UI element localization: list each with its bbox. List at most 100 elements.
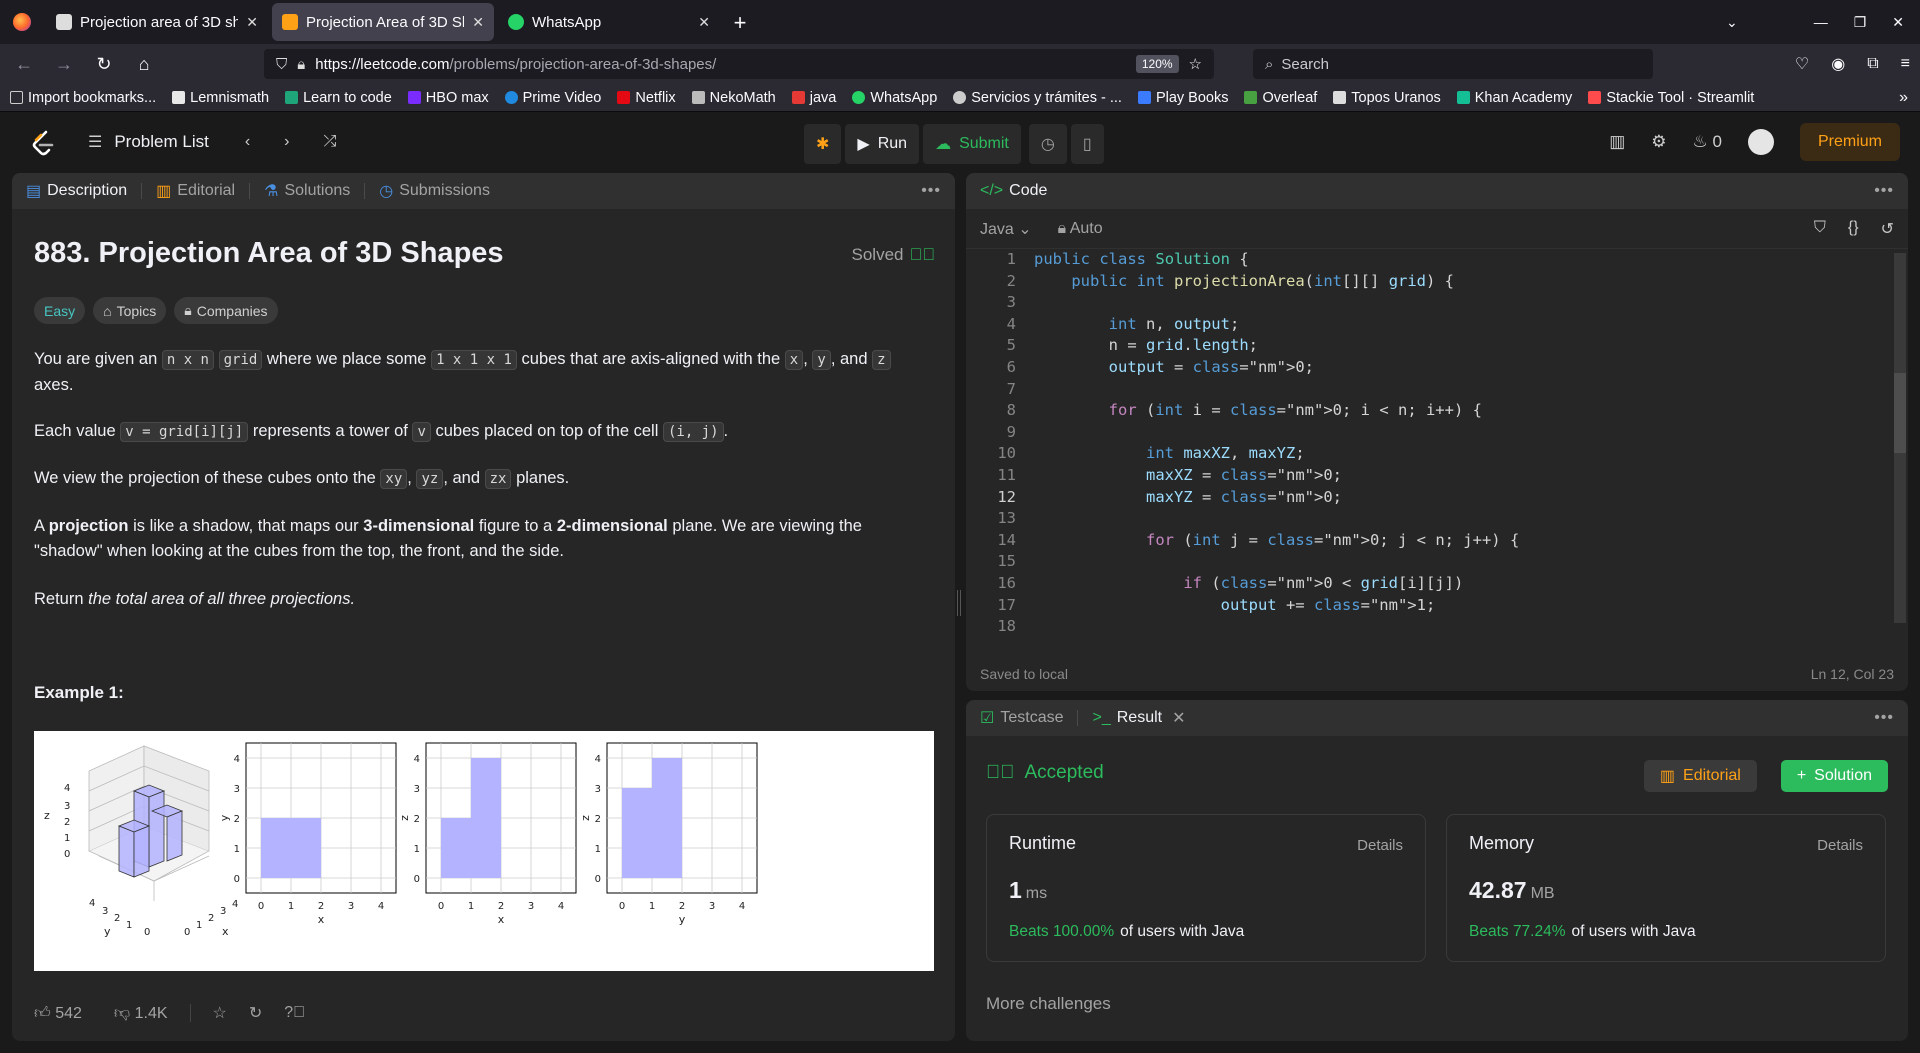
tab-solutions[interactable]: ⚗ Solutions bbox=[264, 181, 350, 201]
settings-gear-icon[interactable]: ⚙ bbox=[1651, 132, 1666, 152]
more-options-icon[interactable]: ••• bbox=[1874, 709, 1894, 727]
tab-code[interactable]: </> Code bbox=[980, 182, 1047, 200]
account-icon[interactable]: ◉ bbox=[1831, 54, 1845, 74]
memory-card[interactable]: Memory Details 42.87 MB Beats 77.24% of us… bbox=[1446, 814, 1886, 962]
bookmark-item[interactable]: Netflix bbox=[617, 90, 676, 106]
bookmark-item[interactable]: Lemnismath bbox=[172, 90, 269, 106]
back-arrow-icon[interactable]: ← bbox=[8, 54, 40, 75]
share-icon[interactable]: ↻ bbox=[249, 1003, 262, 1023]
bookmark-item[interactable]: HBO max bbox=[407, 90, 489, 106]
problem-list-link[interactable]: Problem List bbox=[114, 132, 208, 152]
iso-tick: 0 bbox=[144, 927, 150, 938]
bookmark-item[interactable]: java bbox=[791, 90, 836, 106]
tab-list-icon[interactable]: ⌄ bbox=[1726, 14, 1738, 31]
bookmark-item[interactable]: Play Books bbox=[1137, 90, 1228, 106]
solution-button[interactable]: + Solution bbox=[1780, 760, 1888, 792]
prev-problem-icon[interactable]: ‹ bbox=[245, 133, 250, 151]
bookmark-item[interactable]: Prime Video bbox=[504, 90, 601, 106]
iso-tick: 4 bbox=[64, 783, 70, 794]
code-brackets-icon: </> bbox=[980, 182, 1004, 199]
bookmark-icon[interactable]: ⛉ bbox=[1814, 219, 1826, 239]
language-select[interactable]: Java ⌄ bbox=[980, 219, 1032, 239]
bookmark-item[interactable]: Overleaf bbox=[1244, 90, 1317, 106]
submit-button[interactable]: ☁ Submit bbox=[923, 124, 1021, 164]
debug-button[interactable]: ✱ bbox=[804, 124, 842, 164]
home-icon[interactable]: ⌂ bbox=[128, 54, 160, 75]
extensions-icon[interactable]: ⧉ bbox=[1867, 55, 1878, 73]
tab-editorial[interactable]: ▥ Editorial bbox=[156, 181, 235, 201]
close-icon[interactable]: ✕ bbox=[472, 14, 484, 31]
browser-tab-3[interactable]: WhatsApp ✕ bbox=[498, 3, 720, 41]
editor-scrollbar[interactable] bbox=[1894, 253, 1906, 623]
forward-arrow-icon[interactable]: → bbox=[48, 54, 80, 75]
x-axis-label: y bbox=[679, 913, 686, 926]
zoom-level[interactable]: 120% bbox=[1135, 55, 1179, 73]
notes-button[interactable]: ▯ bbox=[1070, 124, 1104, 164]
format-braces-icon[interactable]: {} bbox=[1848, 219, 1859, 239]
avatar[interactable] bbox=[1747, 129, 1774, 155]
close-icon[interactable]: ✕ bbox=[1172, 708, 1185, 728]
pocket-icon[interactable]: ♡ bbox=[1795, 54, 1809, 74]
reset-icon[interactable]: ↺ bbox=[1881, 219, 1894, 239]
panel-resize-handle[interactable] bbox=[957, 590, 961, 616]
leetcode-logo-icon[interactable] bbox=[28, 129, 58, 159]
search-bar[interactable]: ⌕ Search bbox=[1253, 49, 1653, 79]
run-button[interactable]: ▶ Run bbox=[845, 124, 920, 164]
topics-chip[interactable]: ⌂ Topics bbox=[93, 297, 167, 324]
close-icon[interactable]: ✕ bbox=[246, 14, 258, 31]
timer-button[interactable]: ◷ bbox=[1028, 124, 1067, 164]
bookmark-item[interactable]: Import bookmarks... bbox=[10, 90, 156, 106]
layout-icon[interactable]: ▥ bbox=[1609, 132, 1625, 152]
close-window-button[interactable]: ✕ bbox=[1892, 14, 1904, 31]
more-options-icon[interactable]: ••• bbox=[921, 182, 941, 200]
firefox-menu-icon[interactable] bbox=[0, 0, 44, 44]
new-tab-button[interactable]: + bbox=[722, 10, 758, 36]
browser-tab-1[interactable]: Projection area of 3D sha ✕ bbox=[46, 3, 268, 41]
code-line: public int projectionArea(int[][] grid) … bbox=[1071, 271, 1455, 290]
bookmark-item[interactable]: Servicios y trámites - ... bbox=[953, 90, 1122, 106]
more-bookmarks-icon[interactable]: » bbox=[1899, 89, 1908, 107]
minimize-button[interactable]: — bbox=[1814, 14, 1828, 30]
like-button[interactable]: 👍︎ 542 bbox=[34, 1004, 82, 1023]
autocomplete-mode[interactable]: 🔒︎ Auto bbox=[1058, 220, 1103, 238]
streak[interactable]: ♨ 0 bbox=[1693, 132, 1722, 152]
projection-figure-svg: z 4 3 2 1 0 4 3 2 1 0 y 0 1 2 3 4 x 0011… bbox=[44, 742, 758, 938]
favorite-star-icon[interactable]: ☆ bbox=[213, 1003, 227, 1023]
close-icon[interactable]: ✕ bbox=[698, 14, 710, 31]
bookmark-item[interactable]: NekoMath bbox=[691, 90, 776, 106]
tab-testcase[interactable]: ☑ Testcase bbox=[980, 708, 1063, 728]
shield-icon[interactable]: ⛉ bbox=[276, 56, 287, 73]
shuffle-icon[interactable]: ⤮ bbox=[323, 133, 336, 151]
tab-submissions[interactable]: ◷ Submissions bbox=[379, 181, 490, 201]
bookmark-star-icon[interactable]: ☆ bbox=[1189, 55, 1202, 73]
menu-icon[interactable]: ≡ bbox=[1901, 55, 1910, 73]
dislike-button[interactable]: 👎︎ 1.4K bbox=[114, 1004, 168, 1023]
code-editor[interactable]: 1 public class Solution {2 public int pro… bbox=[966, 250, 1908, 640]
more-options-icon[interactable]: ••• bbox=[1874, 182, 1894, 200]
editorial-button[interactable]: ▥ Editorial bbox=[1643, 760, 1757, 792]
bookmark-item[interactable]: Khan Academy bbox=[1456, 90, 1572, 106]
tab-result[interactable]: >_ Result ✕ bbox=[1092, 708, 1185, 728]
problem-paragraph-5: Return the total area of all three proje… bbox=[34, 590, 356, 608]
bookmark-item[interactable]: WhatsApp bbox=[852, 90, 937, 106]
lock-icon[interactable]: 🔒︎ bbox=[297, 56, 305, 73]
restore-button[interactable]: ❐ bbox=[1854, 14, 1867, 31]
reload-icon[interactable]: ↻ bbox=[88, 54, 120, 75]
bookmark-item[interactable]: Topos Uranos bbox=[1333, 90, 1441, 106]
bookmark-item[interactable]: Learn to code bbox=[285, 90, 392, 106]
bookmark-item[interactable]: Stackie Tool · Streamlit bbox=[1588, 90, 1754, 106]
iso-tick: 0 bbox=[64, 849, 70, 860]
runtime-details-link[interactable]: Details bbox=[1357, 837, 1403, 854]
url-bar[interactable]: ⛉ 🔒︎ https://leetcode.com/problems/proje… bbox=[264, 49, 1214, 79]
companies-chip[interactable]: 🔒︎ Companies bbox=[174, 297, 278, 324]
browser-tab-2[interactable]: Projection Area of 3D Sh ✕ bbox=[272, 3, 494, 41]
next-problem-icon[interactable]: › bbox=[284, 133, 289, 151]
help-icon[interactable]: ?⃝ bbox=[284, 1004, 305, 1022]
iso-tick: 4 bbox=[232, 899, 238, 910]
line-number: 3 bbox=[1006, 293, 1016, 312]
runtime-card[interactable]: Runtime Details 1 ms Beats 100.00% of user… bbox=[986, 814, 1426, 962]
memory-details-link[interactable]: Details bbox=[1817, 837, 1863, 854]
tab-description[interactable]: ▤ Description bbox=[26, 181, 127, 201]
premium-button[interactable]: Premium bbox=[1799, 123, 1900, 161]
problem-list-icon[interactable]: ☰ bbox=[88, 132, 102, 152]
